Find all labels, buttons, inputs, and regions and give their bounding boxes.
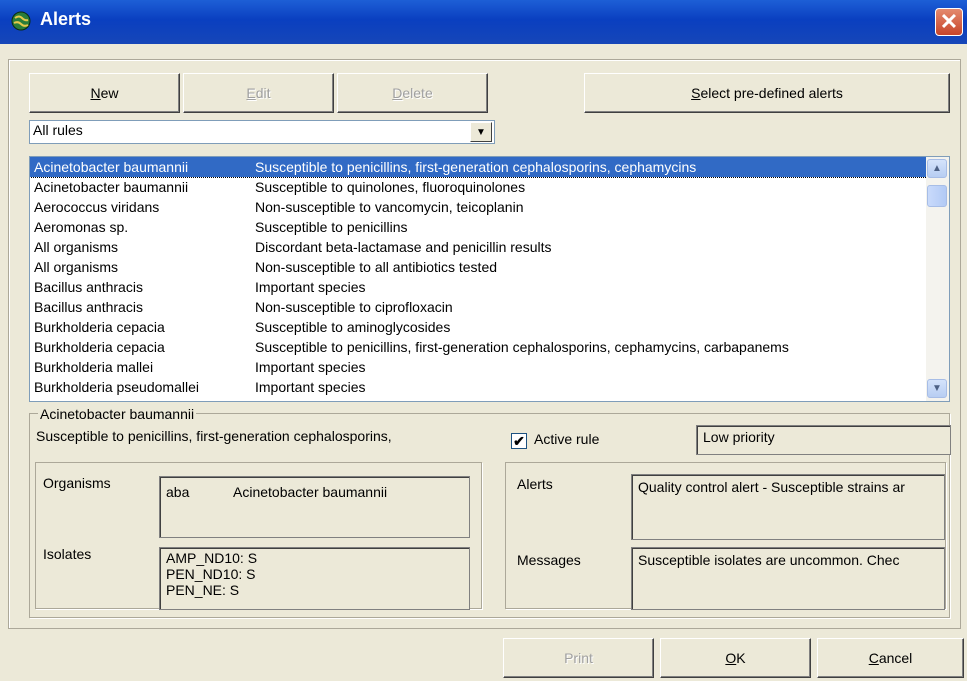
- list-item-organism: Bacillus anthracis: [34, 299, 143, 315]
- isolate-line: AMP_ND10: S: [166, 550, 258, 566]
- chevron-up-icon: ▲: [932, 163, 942, 174]
- predefined-button-label: Select pre-defined alerts: [691, 85, 843, 101]
- list-item[interactable]: Burkholderia cepacia Susceptible to penic…: [30, 337, 927, 357]
- ok-button-label: OK: [725, 650, 746, 666]
- list-item[interactable]: Acinetobacter baumannii Susceptible to pe…: [30, 157, 928, 178]
- close-button[interactable]: ✕: [935, 8, 963, 36]
- scroll-up-button[interactable]: ▲: [927, 159, 947, 178]
- list-item[interactable]: All organisms Discordant beta-lactamase a…: [30, 237, 927, 257]
- list-item-organism: Acinetobacter baumannii: [34, 159, 189, 175]
- list-item[interactable]: Burkholderia cepacia Susceptible to amino…: [30, 317, 927, 337]
- alerts-field[interactable]: Quality control alert - Susceptible stra…: [631, 474, 945, 540]
- list-item-organism: Burkholderia cepacia: [34, 339, 165, 355]
- title-bar: [0, 0, 967, 44]
- list-item-rule: Susceptible to penicillins, first-genera…: [255, 339, 789, 355]
- cancel-button[interactable]: Cancel: [817, 638, 964, 678]
- scroll-down-button[interactable]: ▼: [927, 379, 947, 398]
- alerts-label: Alerts: [517, 476, 553, 492]
- list-item-organism: Aeromonas sp.: [34, 219, 129, 235]
- list-item-organism: Burkholderia mallei: [34, 359, 154, 375]
- list-item-rule: Important species: [255, 359, 366, 375]
- list-item-rule: Susceptible to quinolones, fluoroquinolo…: [255, 179, 526, 195]
- delete-button[interactable]: Delete: [337, 73, 488, 113]
- list-item-rule: Non-susceptible to vancomycin, teicoplan…: [255, 199, 524, 215]
- edit-button[interactable]: Edit: [183, 73, 334, 113]
- scrollbar-thumb[interactable]: [927, 185, 947, 207]
- list-item[interactable]: Bacillus anthracis Important species: [30, 277, 927, 297]
- list-item-rule: Non-susceptible to ciprofloxacin: [255, 299, 453, 315]
- list-item[interactable]: Aerococcus viridans Non-susceptible to va…: [30, 197, 927, 217]
- print-button[interactable]: Print: [503, 638, 654, 678]
- globe-icon: [11, 11, 31, 31]
- isolate-line: PEN_NE: S: [166, 582, 240, 598]
- close-icon: ✕: [939, 9, 959, 34]
- cancel-button-label: Cancel: [868, 650, 913, 666]
- list-item-rule: Susceptible to aminoglycosides: [255, 319, 451, 335]
- select-predefined-alerts-button[interactable]: Select pre-defined alerts: [584, 73, 950, 113]
- detail-organism-title: Acinetobacter baumannii: [38, 406, 197, 422]
- list-item-organism: Bacillus anthracis: [34, 279, 143, 295]
- list-item[interactable]: Burkholderia pseudomallei Important speci…: [30, 377, 927, 397]
- rules-filter-value: All rules: [33, 122, 83, 138]
- list-item-rule: Important species: [255, 379, 366, 395]
- rules-list[interactable]: Acinetobacter baumannii Susceptible to pe…: [29, 156, 950, 402]
- list-item[interactable]: Burkholderia mallei Important species: [30, 357, 927, 377]
- vertical-scrollbar[interactable]: ▲ ▼: [926, 157, 949, 401]
- list-item-rule: Non-susceptible to all antibiotics teste…: [255, 259, 498, 275]
- rules-filter-select[interactable]: [29, 120, 495, 144]
- new-button[interactable]: New: [29, 73, 180, 113]
- list-item[interactable]: Acinetobacter baumannii Susceptible to qu…: [30, 177, 927, 197]
- organisms-label: Organisms: [43, 475, 111, 491]
- messages-label: Messages: [517, 552, 581, 568]
- list-item[interactable]: Aeromonas sp. Susceptible to penicillins: [30, 217, 927, 237]
- delete-button-label: Delete: [392, 85, 433, 101]
- detail-rule-description: Susceptible to penicillins, first-genera…: [36, 428, 392, 444]
- organism-name: Acinetobacter baumannii: [233, 484, 388, 500]
- edit-button-label: Edit: [246, 85, 271, 101]
- list-item-organism: All organisms: [34, 259, 119, 275]
- list-item-organism: All organisms: [34, 239, 119, 255]
- list-item-organism: Burkholderia cepacia: [34, 319, 165, 335]
- list-item[interactable]: All organisms Non-susceptible to all anti…: [30, 257, 927, 277]
- isolate-line: PEN_ND10: S: [166, 566, 256, 582]
- list-item-organism: Acinetobacter baumannii: [34, 179, 189, 195]
- chevron-down-icon: ▼: [932, 383, 942, 394]
- active-rule-checkbox[interactable]: ✔: [511, 433, 527, 449]
- list-item-rule: Discordant beta-lactamase and penicillin…: [255, 239, 552, 255]
- chevron-down-icon: ▼: [476, 127, 486, 138]
- list-item-organism: Aerococcus viridans: [34, 199, 160, 215]
- list-item[interactable]: Bacillus anthracis Non-susceptible to cip…: [30, 297, 927, 317]
- ok-button[interactable]: OK: [660, 638, 811, 678]
- active-rule-label: Active rule: [534, 431, 600, 447]
- list-item-rule: Important species: [255, 279, 366, 295]
- print-button-label: Print: [564, 650, 593, 666]
- organism-code: aba: [166, 484, 190, 500]
- messages-field[interactable]: Susceptible isolates are uncommon. Chec: [631, 547, 945, 610]
- list-item-rule: Susceptible to penicillins: [255, 219, 408, 235]
- dropdown-button[interactable]: ▼: [470, 122, 492, 142]
- list-item-rule: Susceptible to penicillins, first-genera…: [255, 159, 697, 175]
- priority-field[interactable]: Low priority: [696, 425, 951, 455]
- checkmark-icon: ✔: [513, 433, 525, 449]
- new-button-label: New: [90, 85, 119, 101]
- isolates-label: Isolates: [43, 546, 92, 562]
- isolates-field[interactable]: AMP_ND10: S PEN_ND10: S PEN_NE: S: [159, 547, 470, 610]
- window-title: Alerts: [40, 9, 92, 29]
- list-item-organism: Burkholderia pseudomallei: [34, 379, 199, 395]
